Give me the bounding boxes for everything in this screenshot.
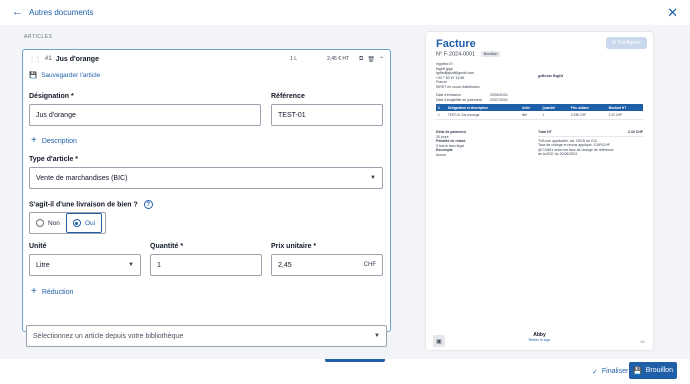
livraison-radio-group: Non Oui (29, 212, 106, 234)
payment-terms: Délai de paiement 30 jours Pénalité de r… (436, 130, 466, 157)
brand-logo: Abby Retirer le logo (426, 332, 653, 342)
save-icon: 💾 (29, 72, 38, 79)
gear-icon: ⚙ (611, 40, 617, 46)
copy-icon[interactable]: ⧉ (359, 56, 363, 63)
designation-field[interactable]: Jus d'orange (29, 104, 261, 126)
check-icon: ✓ (592, 368, 598, 376)
article-index: #1 (45, 56, 52, 62)
back-label: Autres documents (29, 8, 94, 17)
invoice-preview: Facture N° F-2024-0001 Brouillon ⚙ Confi… (426, 32, 653, 350)
type-label: Type d'article * (29, 156, 78, 163)
radio-yes[interactable]: Oui (65, 213, 103, 233)
totals-block: Total HT 2.33 CHF TVA non applicable, art… (538, 130, 643, 156)
designation-label: Désignation * (29, 93, 74, 100)
invoice-title: Facture (436, 38, 476, 50)
currency-suffix: CHF (363, 262, 376, 268)
library-select[interactable]: Sélectionnez un article depuis votre bib… (26, 325, 387, 347)
quantite-field[interactable]: 1 (150, 254, 262, 276)
reference-label: Référence (271, 93, 305, 100)
client-name: gdfcsw fbgfd (538, 73, 563, 78)
article-name: Jus d'orange (55, 55, 99, 63)
table-row: 1 TEST-01 Jus d'orange litre 1 2.33€ CHF… (436, 111, 643, 120)
radio-selected-icon (72, 219, 81, 227)
remove-logo-link[interactable]: Retirer le logo (426, 338, 653, 342)
chevron-down-icon: ▼ (128, 262, 134, 268)
livraison-question: S'agit-il d'une livraison de bien ? ? (29, 200, 153, 209)
configure-button[interactable]: ⚙ Configurer (605, 37, 647, 49)
finalize-button[interactable]: ✓ Finaliser (586, 364, 634, 379)
article-qty-summary: 1 L (290, 56, 298, 62)
chevron-up-icon[interactable]: ⌃ (379, 56, 384, 63)
quantite-label: Quantité * (150, 243, 184, 250)
draft-button[interactable]: 💾 Brouillon (629, 362, 677, 379)
trash-icon[interactable]: 🗑 (367, 56, 375, 63)
save-icon: 💾 (633, 367, 642, 375)
add-reduction-button[interactable]: + Réduction (31, 287, 73, 297)
radio-no[interactable]: Non (30, 213, 66, 233)
unite-select[interactable]: Litre ▼ (29, 254, 141, 276)
articles-panel: ARTICLES ⋮⋮ #1 Jus d'orange 1 L 2,45 € H… (14, 29, 400, 359)
drag-handle-icon[interactable]: ⋮⋮ (29, 56, 41, 63)
help-icon[interactable]: ? (143, 200, 153, 209)
article-card: ⋮⋮ #1 Jus d'orange 1 L 2,45 € HT ⧉ 🗑 ⌃ 💾… (22, 49, 391, 332)
invoice-table: # Désignation et description Unité Quant… (436, 104, 643, 120)
dates-block: Date d'émission 20/06/2024 Date d'exigibi… (436, 93, 508, 102)
close-icon[interactable]: ✕ (667, 6, 678, 19)
back-link[interactable]: ← Autres documents (12, 7, 93, 18)
page-number: 1/1 (640, 340, 645, 344)
hidden-button-edge[interactable] (325, 359, 385, 362)
radio-circle-icon (36, 219, 44, 227)
top-bar: ← Autres documents ✕ (0, 0, 690, 25)
prix-field[interactable]: 2,45 CHF (271, 254, 383, 276)
article-price-summary: 2,45 € HT (327, 56, 350, 62)
status-badge: Brouillon (480, 51, 501, 57)
article-header[interactable]: ⋮⋮ #1 Jus d'orange 1 L 2,45 € HT ⧉ 🗑 ⌃ (23, 50, 390, 68)
plus-icon: + (31, 135, 37, 146)
save-article-button[interactable]: 💾 Sauvegarder l'article (29, 71, 390, 80)
unite-label: Unité (29, 243, 47, 250)
type-select[interactable]: Vente de marchandises (BIC) ▼ (29, 167, 383, 189)
plus-icon: + (31, 286, 37, 297)
invoice-number: N° F-2024-0001 Brouillon (436, 51, 501, 57)
sender-block: Ingrdfkx El fdgfdf gdgf fgdfsdfjdjsdf@gm… (436, 62, 480, 89)
add-description-button[interactable]: + Description (31, 136, 77, 146)
section-label: ARTICLES (24, 34, 53, 40)
arrow-left-icon: ← (12, 6, 23, 18)
chevron-down-icon: ▼ (374, 333, 380, 339)
reference-field[interactable]: TEST-01 (271, 104, 383, 126)
prix-label: Prix unitaire * (271, 243, 317, 250)
chevron-down-icon: ▼ (370, 175, 376, 181)
bottom-bar: ✓ Finaliser 💾 Brouillon (0, 359, 690, 384)
